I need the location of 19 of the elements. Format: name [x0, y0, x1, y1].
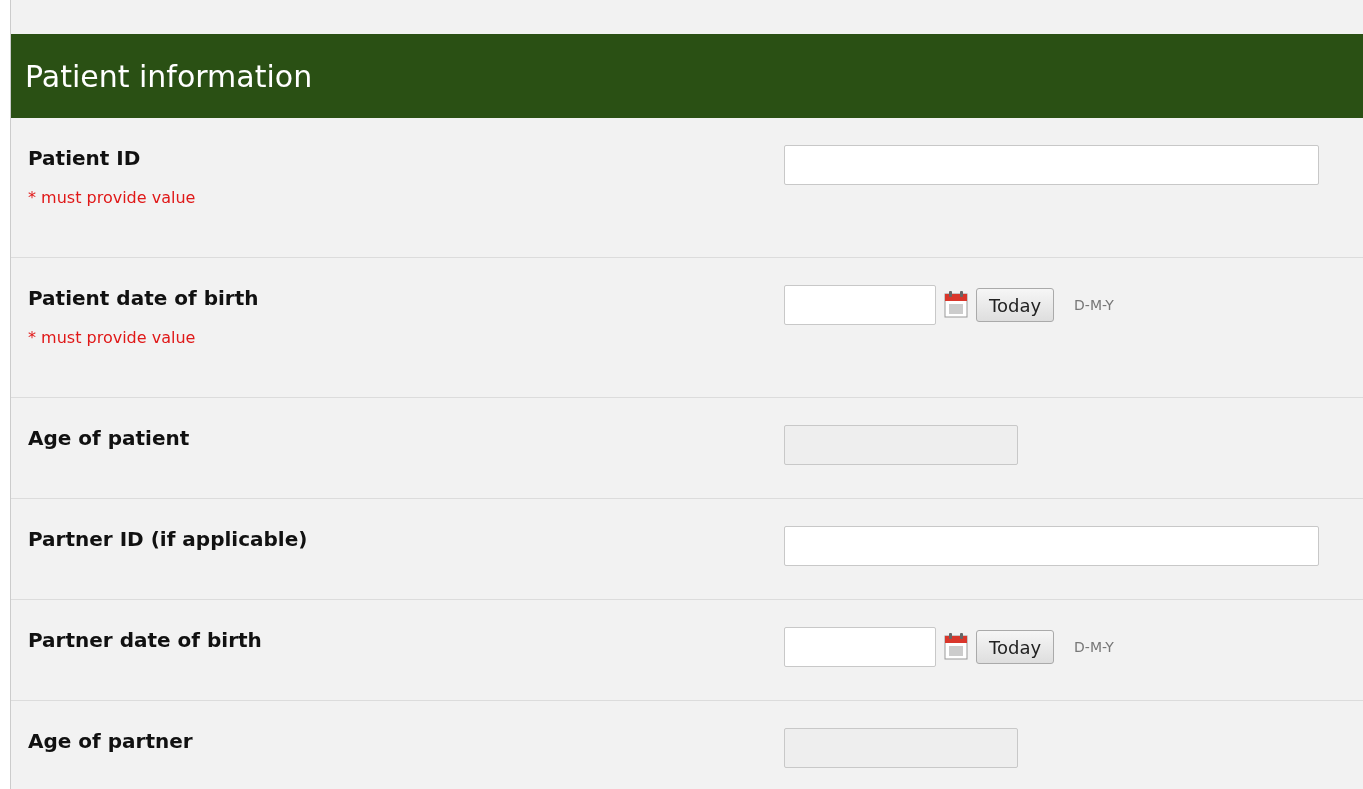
field-label: Patient date of birth — [28, 286, 259, 310]
date-format-hint: D-M-Y — [1074, 297, 1114, 313]
section-title: Patient information — [25, 58, 313, 94]
today-button[interactable]: Today — [976, 630, 1055, 664]
field-label: Age of patient — [28, 426, 190, 450]
required-note: * must provide value — [28, 188, 196, 207]
field-label: Partner ID (if applicable) — [28, 527, 308, 551]
date-field[interactable] — [784, 285, 936, 325]
calendar-icon[interactable] — [944, 632, 968, 660]
field-label: Patient ID — [28, 146, 141, 170]
required-note: * must provide value — [28, 328, 196, 347]
today-button[interactable]: Today — [976, 288, 1055, 322]
calendar-icon[interactable] — [944, 290, 968, 318]
text-field[interactable] — [784, 145, 1319, 185]
date-format-hint: D-M-Y — [1074, 639, 1114, 655]
field-label: Partner date of birth — [28, 628, 262, 652]
field-label: Age of partner — [28, 729, 193, 753]
date-field[interactable] — [784, 627, 936, 667]
text-field[interactable] — [784, 526, 1319, 566]
